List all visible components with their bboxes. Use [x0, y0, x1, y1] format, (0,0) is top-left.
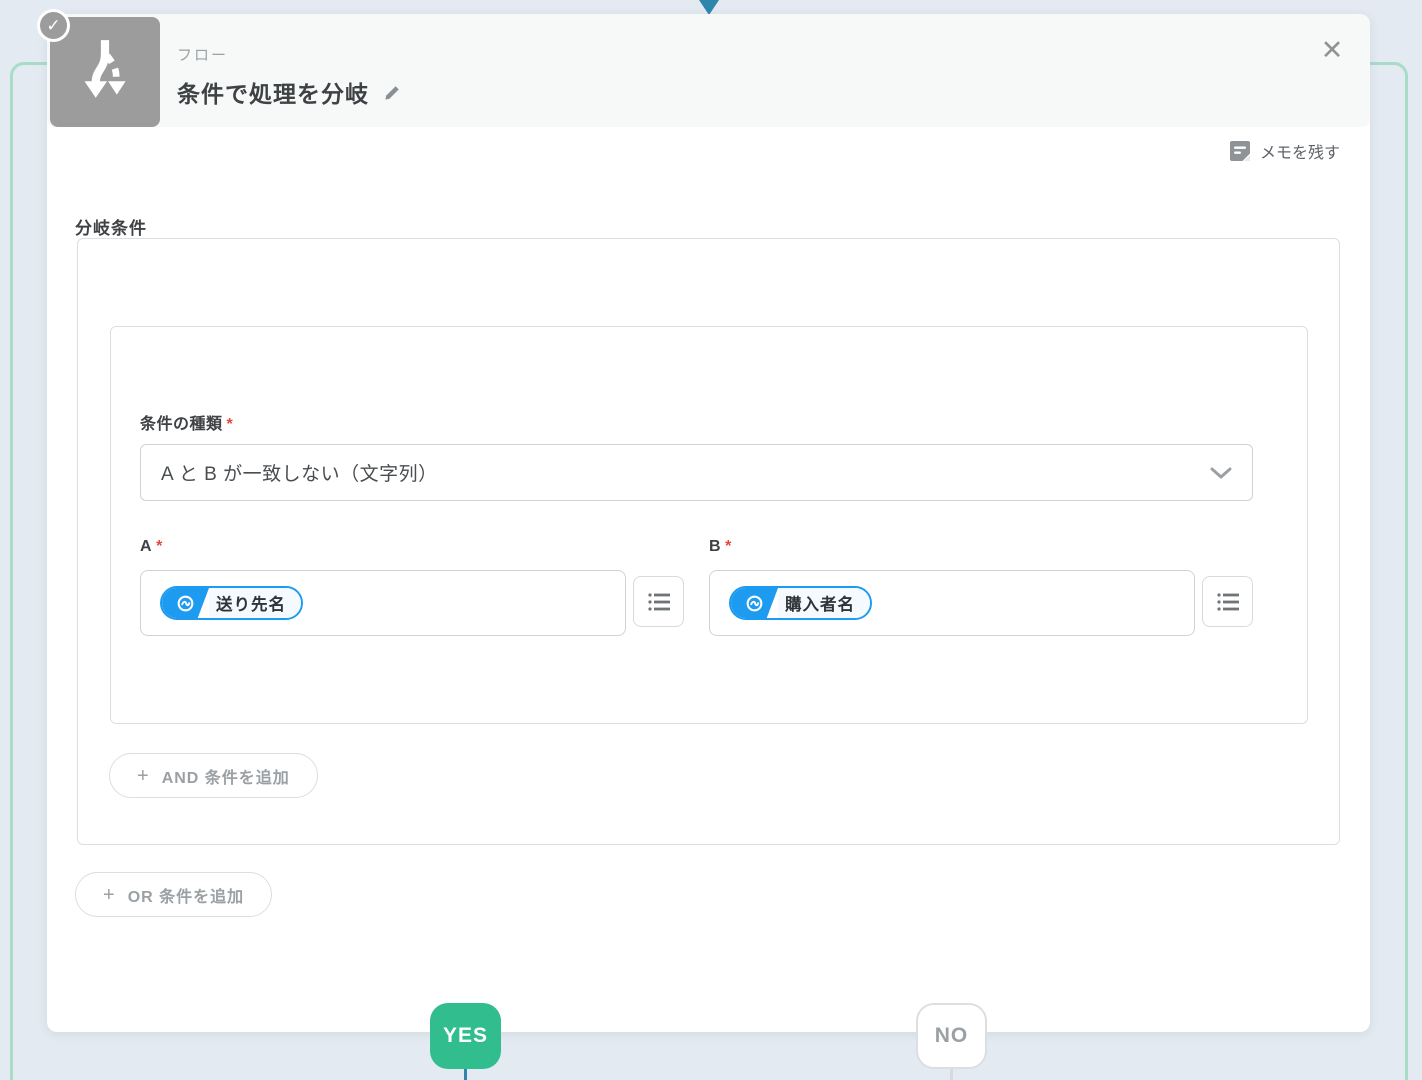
step-title: 条件で処理を分岐: [177, 81, 369, 107]
add-and-condition-button[interactable]: + AND 条件を追加: [109, 753, 318, 798]
required-asterisk: *: [725, 538, 732, 555]
modal-header: ✓ フロー 条件で処理を分岐 ✕: [37, 9, 1370, 127]
branch-config-modal: ✓ フロー 条件で処理を分岐 ✕ メモを残す 分岐条件 条件の種類 * A と …: [37, 9, 1370, 1032]
chevron-down-icon: [1210, 467, 1232, 479]
variable-token-a[interactable]: 送り先名: [160, 586, 303, 620]
variable-token-b-label: 購入者名: [778, 588, 870, 618]
variable-token-a-label: 送り先名: [209, 588, 301, 618]
header-text: フロー 条件で処理を分岐: [177, 44, 403, 109]
required-asterisk: *: [156, 538, 163, 555]
operand-a-label-text: A: [140, 538, 153, 555]
operand-b-label: B *: [709, 538, 732, 556]
plus-icon: +: [103, 883, 116, 906]
add-and-condition-label: AND 条件を追加: [161, 769, 290, 787]
required-asterisk: *: [226, 416, 234, 433]
list-icon: [1216, 592, 1239, 611]
operand-a-label: A *: [140, 538, 163, 556]
and-condition-row: 条件の種類 * A と B が一致しない（文字列） A * 送り先名 B * 購…: [110, 326, 1308, 724]
variable-token-b[interactable]: 購入者名: [729, 586, 872, 620]
step-category-label: フロー: [177, 47, 229, 64]
branch-step-icon: ✓: [37, 9, 160, 127]
plus-icon: +: [137, 764, 150, 787]
edit-title-pencil-icon[interactable]: [383, 82, 403, 102]
yes-branch-connector-line: [464, 1069, 467, 1080]
add-memo-label: メモを残す: [1259, 145, 1340, 162]
add-memo-link[interactable]: メモを残す: [1229, 139, 1340, 163]
branch-arrows-icon: [84, 40, 126, 98]
branch-conditions-heading: 分岐条件: [75, 219, 147, 238]
no-branch-button[interactable]: NO: [916, 1003, 987, 1069]
add-or-condition-button[interactable]: + OR 条件を追加: [75, 872, 273, 917]
condition-type-select[interactable]: A と B が一致しない（文字列）: [140, 444, 1253, 501]
operand-b-label-text: B: [709, 538, 722, 555]
list-icon: [647, 592, 670, 611]
note-icon: [1229, 140, 1251, 162]
or-condition-group: 条件の種類 * A と B が一致しない（文字列） A * 送り先名 B * 購…: [77, 238, 1340, 845]
variable-loop-icon: [731, 588, 778, 618]
operand-a-input[interactable]: 送り先名: [140, 570, 626, 636]
condition-type-selected-value: A と B が一致しない（文字列）: [161, 464, 438, 485]
add-or-condition-label: OR 条件を追加: [127, 888, 245, 906]
incoming-connector-arrow: [699, 0, 719, 15]
variable-loop-icon: [162, 588, 209, 618]
condition-type-label-text: 条件の種類: [140, 416, 223, 433]
operand-b-input[interactable]: 購入者名: [709, 570, 1195, 636]
operand-a-variable-list-button[interactable]: [633, 576, 684, 627]
yes-branch-button[interactable]: YES: [430, 1003, 501, 1069]
operand-b-variable-list-button[interactable]: [1202, 576, 1253, 627]
close-icon[interactable]: ✕: [1316, 34, 1348, 66]
no-branch-connector-line: [950, 1069, 953, 1080]
condition-type-label: 条件の種類 *: [140, 410, 233, 434]
check-badge-icon: ✓: [37, 9, 70, 42]
